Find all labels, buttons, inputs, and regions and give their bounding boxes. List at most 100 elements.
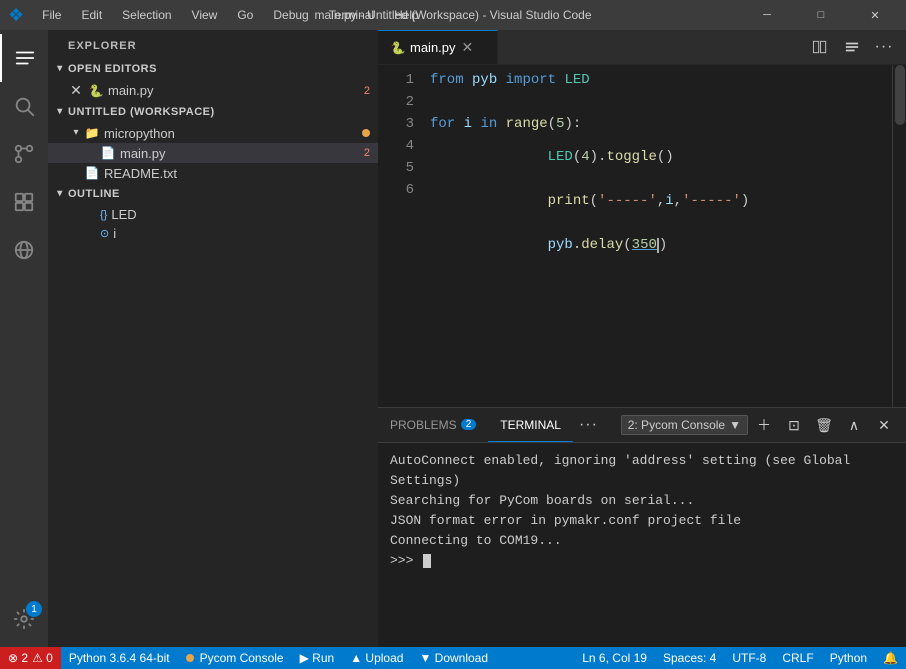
terminal-content[interactable]: AutoConnect enabled, ignoring 'address' … [378,443,906,647]
status-left: ⊗ 2 ⚠ 0 Python 3.6.4 64-bit Pycom Consol… [0,647,496,669]
terminal-panel: PROBLEMS 2 TERMINAL ··· 2: Pycom Console… [378,407,906,647]
activity-extensions[interactable] [0,178,48,226]
outline-section[interactable]: Outline [48,183,378,205]
outline-led[interactable]: {} LED [48,205,378,224]
status-upload[interactable]: ▲ Upload [342,647,411,669]
open-editors-chevron [52,61,68,77]
outline-led-icon: {} [100,209,107,221]
maximize-button[interactable]: □ [798,0,844,30]
open-file-main-py[interactable]: ✕ 🐍 main.py 2 [48,80,378,101]
outline-led-name: LED [111,207,136,222]
tab-terminal[interactable]: TERMINAL [488,408,573,442]
code-editor[interactable]: 1 2 3 4 5 6 from pyb import LED for i in… [378,65,906,407]
spaces-text: Spaces: 4 [663,651,716,665]
code-line-6: pyb.delay(350) [430,223,884,267]
editor-more-actions[interactable]: ··· [870,33,898,61]
status-language[interactable]: Python [822,647,875,669]
activity-search[interactable] [0,82,48,130]
upload-label: ▲ Upload [350,651,403,665]
main-py-icon: 📄 [100,145,116,161]
open-file-name: main.py [108,83,154,98]
status-run[interactable]: ▶ Run [292,647,343,669]
sidebar: Explorer Open Editors ✕ 🐍 main.py 2 Unti… [48,30,378,647]
menu-edit[interactable]: Edit [73,6,110,24]
folder-chevron [68,125,84,141]
py-file-icon: 🐍 [88,83,104,99]
split-editor-button[interactable] [806,33,834,61]
status-position[interactable]: Ln 6, Col 19 [574,647,655,669]
split-terminal-button[interactable]: ⊡ [780,411,808,439]
console-label: 2: Pycom Console [628,418,725,432]
vscode-logo: ❖ [8,5,24,26]
language-text: Python [830,651,867,665]
folder-icon: 📁 [84,125,100,141]
status-eol[interactable]: CRLF [774,647,821,669]
file-readme[interactable]: 📄 README.txt [48,163,378,183]
console-dropdown[interactable]: 2: Pycom Console ▼ [621,415,748,435]
close-file-icon[interactable]: ✕ [68,82,84,99]
tab-py-icon: 🐍 [390,40,406,56]
file-main-py[interactable]: 📄 main.py 2 [48,143,378,163]
status-spaces[interactable]: Spaces: 4 [655,647,724,669]
open-editors-label: Open Editors [68,63,157,75]
menu-file[interactable]: File [34,6,69,24]
add-terminal-button[interactable]: ＋ [750,411,778,439]
status-download[interactable]: ▼ Download [411,647,496,669]
error-count: ⊗ 2 [8,651,28,665]
download-label: ▼ Download [419,651,488,665]
titlebar-title: main.py - Untitled (Workspace) - Visual … [314,8,591,22]
main-py-badge: 2 [364,147,370,159]
tab-name: main.py [410,40,456,55]
workspace-section[interactable]: Untitled (Workspace) [48,101,378,123]
eol-text: CRLF [782,651,813,665]
outline-i-icon: ⊙ [100,227,109,240]
editor-area: 🐍 main.py ✕ ··· [378,30,906,647]
open-editors-section[interactable]: Open Editors [48,58,378,80]
outline-i[interactable]: ⊙ i [48,224,378,243]
sidebar-header: Explorer [48,30,378,58]
readme-name: README.txt [104,166,177,181]
code-line-5: print('-----',i,'-----') [430,179,884,223]
menu-selection[interactable]: Selection [114,6,179,24]
term-msg-2: Searching for PyCom boards on serial... [390,491,894,511]
activity-git[interactable] [0,130,48,178]
titlebar-controls: ─ □ ✕ [744,0,898,30]
term-msg-3: JSON format error in pymakr.conf project… [390,511,894,531]
pycom-dot [186,654,194,662]
scrollbar-thumb[interactable] [895,65,905,125]
tab-problems[interactable]: PROBLEMS 2 [378,408,488,442]
tab-main-py[interactable]: 🐍 main.py ✕ [378,30,498,64]
minimize-button[interactable]: ─ [744,0,790,30]
tab-close-button[interactable]: ✕ [462,39,474,56]
menu-view[interactable]: View [184,6,226,24]
kill-terminal-button[interactable]: 🗑 [810,411,838,439]
status-pycom[interactable]: Pycom Console [178,647,292,669]
workspace-chevron [52,104,68,120]
menu-debug[interactable]: Debug [265,6,316,24]
activity-settings[interactable]: 1 [0,595,48,643]
term-prompt-line: >>> [390,551,894,571]
terminal-tab-actions: 2: Pycom Console ▼ ＋ ⊡ 🗑 ∧ ✕ [613,411,906,439]
folder-micropython[interactable]: 📁 micropython [48,123,378,143]
menu-go[interactable]: Go [229,6,261,24]
problems-label: PROBLEMS [390,418,457,432]
feedback-icon: 🔔 [883,651,898,665]
status-feedback[interactable]: 🔔 [875,647,906,669]
outline-label: Outline [68,188,120,200]
terminal-more-menu[interactable]: ··· [573,416,604,434]
terminal-label: TERMINAL [500,418,561,432]
activity-explorer[interactable] [0,34,48,82]
maximize-panel-button[interactable]: ∧ [840,411,868,439]
status-encoding[interactable]: UTF-8 [724,647,774,669]
titlebar: ❖ File Edit Selection View Go Debug Term… [0,0,906,30]
status-errors[interactable]: ⊗ 2 ⚠ 0 [0,647,61,669]
status-python[interactable]: Python 3.6.4 64-bit [61,647,178,669]
close-panel-button[interactable]: ✕ [870,411,898,439]
activity-remote[interactable] [0,226,48,274]
close-button[interactable]: ✕ [852,0,898,30]
code-content[interactable]: from pyb import LED for i in range(5): L… [422,65,892,407]
editor-scrollbar[interactable] [892,65,906,407]
more-tab-actions[interactable] [838,33,866,61]
run-label: ▶ Run [300,651,335,665]
open-file-badge: 2 [364,85,370,97]
